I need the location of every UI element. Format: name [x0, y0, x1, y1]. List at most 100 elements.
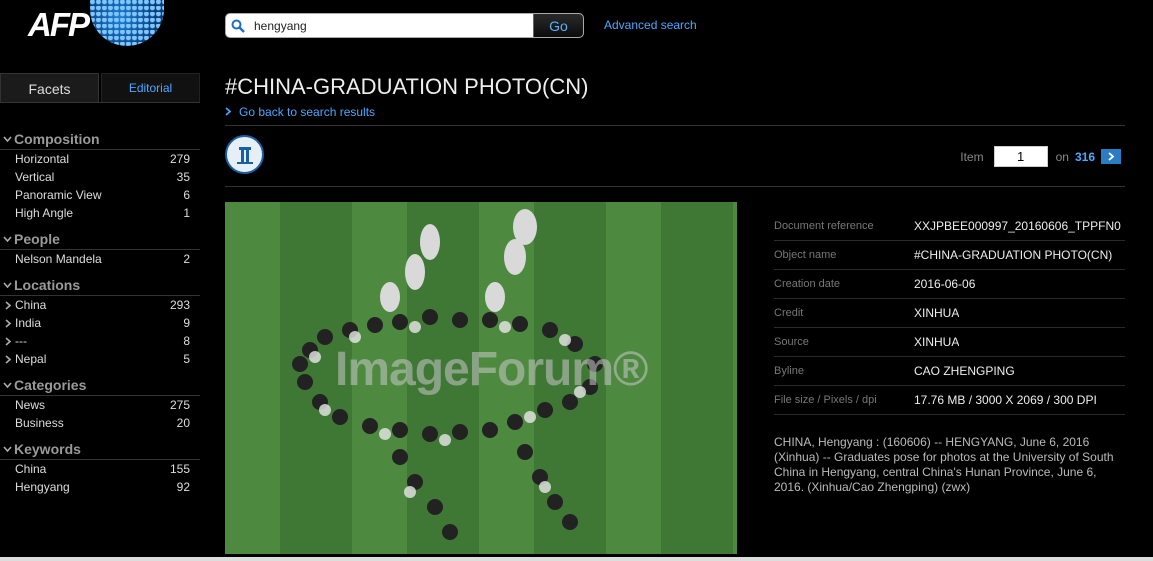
facet-item[interactable]: High Angle 1	[0, 204, 200, 222]
facet-item-count: 5	[183, 352, 190, 366]
sidebar-tabs: Facets Editorial	[0, 73, 200, 103]
meta-row-source: Source XINHUA	[774, 328, 1125, 357]
facet-item-label: High Angle	[15, 206, 74, 220]
item-number-input[interactable]	[993, 146, 1048, 167]
meta-row-object-name: Object name #CHINA-GRADUATION PHOTO(CN)	[774, 241, 1125, 270]
facet-item[interactable]: China 293	[0, 296, 200, 314]
chevron-down-icon	[0, 281, 14, 288]
next-item-button[interactable]	[1101, 149, 1121, 164]
facet-item[interactable]: Horizontal 279	[0, 150, 200, 168]
facets-sidebar: Composition Horizontal 279 Vertical 35 Pan…	[0, 128, 200, 502]
facet-item-count: 35	[176, 170, 190, 184]
facet-item[interactable]: News 275	[0, 396, 200, 414]
facet-item-label: News	[15, 398, 46, 412]
chevron-down-icon	[0, 445, 14, 452]
meta-value: XINHUA	[914, 335, 960, 349]
facet-item[interactable]: Hengyang 92	[0, 478, 200, 496]
facet-item-count: 20	[176, 416, 190, 430]
chevron-down-icon	[0, 381, 14, 388]
facet-title: Categories	[14, 376, 87, 393]
meta-row-byline: Byline CAO ZHENGPING	[774, 357, 1125, 386]
divider	[0, 102, 200, 103]
meta-row-document-reference: Document reference XXJPBEE000997_20160606…	[774, 212, 1125, 241]
facet-header-categories[interactable]: Categories	[0, 374, 200, 396]
logo-text: AFP	[28, 6, 90, 43]
meta-key: Creation date	[774, 278, 841, 290]
pager-on-label: on	[1055, 149, 1069, 164]
facet-item-label: Business	[15, 416, 64, 430]
page-title: #CHINA-GRADUATION PHOTO(CN)	[225, 74, 589, 99]
metadata-table: Document reference XXJPBEE000997_20160606…	[774, 212, 1125, 415]
facet-item-count: 9	[183, 316, 190, 330]
chevron-right-icon[interactable]	[0, 300, 15, 310]
facet-title: Keywords	[14, 440, 81, 457]
advanced-search-link[interactable]: Advanced search	[604, 18, 697, 32]
tab-editorial[interactable]: Editorial	[101, 73, 200, 103]
facet-header-keywords[interactable]: Keywords	[0, 438, 200, 460]
facet-item-label: Horizontal	[15, 152, 70, 166]
news-photo[interactable]: ImageForum®	[225, 202, 737, 554]
back-to-results-link[interactable]: Go back to search results	[225, 105, 375, 119]
meta-value: XINHUA	[914, 306, 960, 320]
meta-row-creation-date: Creation date 2016-06-06	[774, 270, 1125, 299]
go-button[interactable]: Go	[533, 14, 583, 37]
pager-total[interactable]: 316	[1075, 150, 1095, 164]
meta-key: Document reference	[774, 220, 874, 232]
chevron-right-icon[interactable]	[0, 336, 15, 346]
facet-item[interactable]: Vertical 35	[0, 168, 200, 186]
facet-item-label: China	[15, 298, 47, 312]
facet-item-count: 8	[183, 334, 190, 348]
item-pager: Item on 316	[960, 146, 1121, 167]
facet-item-label: Panoramic View	[15, 188, 102, 202]
meta-value: XXJPBEE000997_20160606_TPPFN0	[914, 219, 1121, 233]
facet-item[interactable]: Nelson Mandela 2	[0, 250, 200, 268]
facet-group-keywords: Keywords China 155 Hengyang 92	[0, 438, 200, 496]
facet-header-locations[interactable]: Locations	[0, 274, 200, 296]
chevron-right-icon[interactable]	[0, 318, 15, 328]
facet-title: People	[14, 230, 60, 247]
chevron-right-icon	[1108, 152, 1114, 161]
xinhua-logo-icon	[225, 135, 264, 174]
facet-header-composition[interactable]: Composition	[0, 128, 200, 150]
facet-item[interactable]: Nepal 5	[0, 350, 200, 368]
chevron-down-icon	[0, 135, 14, 142]
meta-key: Source	[774, 336, 809, 348]
facet-item[interactable]: India 9	[0, 314, 200, 332]
chevron-right-icon[interactable]	[0, 354, 15, 364]
chevron-right-icon	[225, 105, 232, 119]
facet-title: Locations	[14, 276, 81, 293]
meta-row-credit: Credit XINHUA	[774, 299, 1125, 328]
photo-caption: CHINA, Hengyang : (160606) -- HENGYANG, …	[774, 435, 1114, 494]
search-icon	[226, 14, 250, 37]
facet-item-count: 275	[169, 398, 190, 412]
afp-logo[interactable]: AFP	[28, 0, 164, 46]
facet-header-people[interactable]: People	[0, 228, 200, 250]
facet-item[interactable]: Business 20	[0, 414, 200, 432]
facet-group-people: People Nelson Mandela 2	[0, 228, 200, 268]
pager-label: Item	[960, 149, 984, 164]
facet-item-count: 92	[176, 480, 190, 494]
meta-key: File size / Pixels / dpi	[774, 394, 877, 406]
facet-item-count: 1	[183, 206, 190, 220]
facet-group-categories: Categories News 275 Business 20	[0, 374, 200, 432]
globe-icon	[90, 0, 164, 46]
facet-item[interactable]: Panoramic View 6	[0, 186, 200, 204]
chevron-down-icon	[0, 235, 14, 242]
facet-item-label: India	[15, 316, 42, 330]
meta-value: #CHINA-GRADUATION PHOTO(CN)	[914, 248, 1113, 262]
tab-facets[interactable]: Facets	[0, 73, 99, 103]
facet-item-label: Vertical	[15, 170, 55, 184]
facet-item[interactable]: China 155	[0, 460, 200, 478]
facet-title: Composition	[14, 130, 100, 147]
facet-item[interactable]: --- 8	[0, 332, 200, 350]
meta-value: CAO ZHENGPING	[914, 364, 1015, 378]
facet-item-count: 279	[169, 152, 190, 166]
watermark-text: ImageForum®	[335, 343, 648, 396]
meta-key: Object name	[774, 249, 837, 261]
facet-item-count: 2	[183, 252, 190, 266]
facet-item-count: 6	[183, 188, 190, 202]
bottom-border	[0, 557, 1153, 561]
search-input[interactable]	[250, 14, 533, 37]
facet-group-composition: Composition Horizontal 279 Vertical 35 Pan…	[0, 128, 200, 222]
search-bar: Go	[225, 13, 584, 38]
